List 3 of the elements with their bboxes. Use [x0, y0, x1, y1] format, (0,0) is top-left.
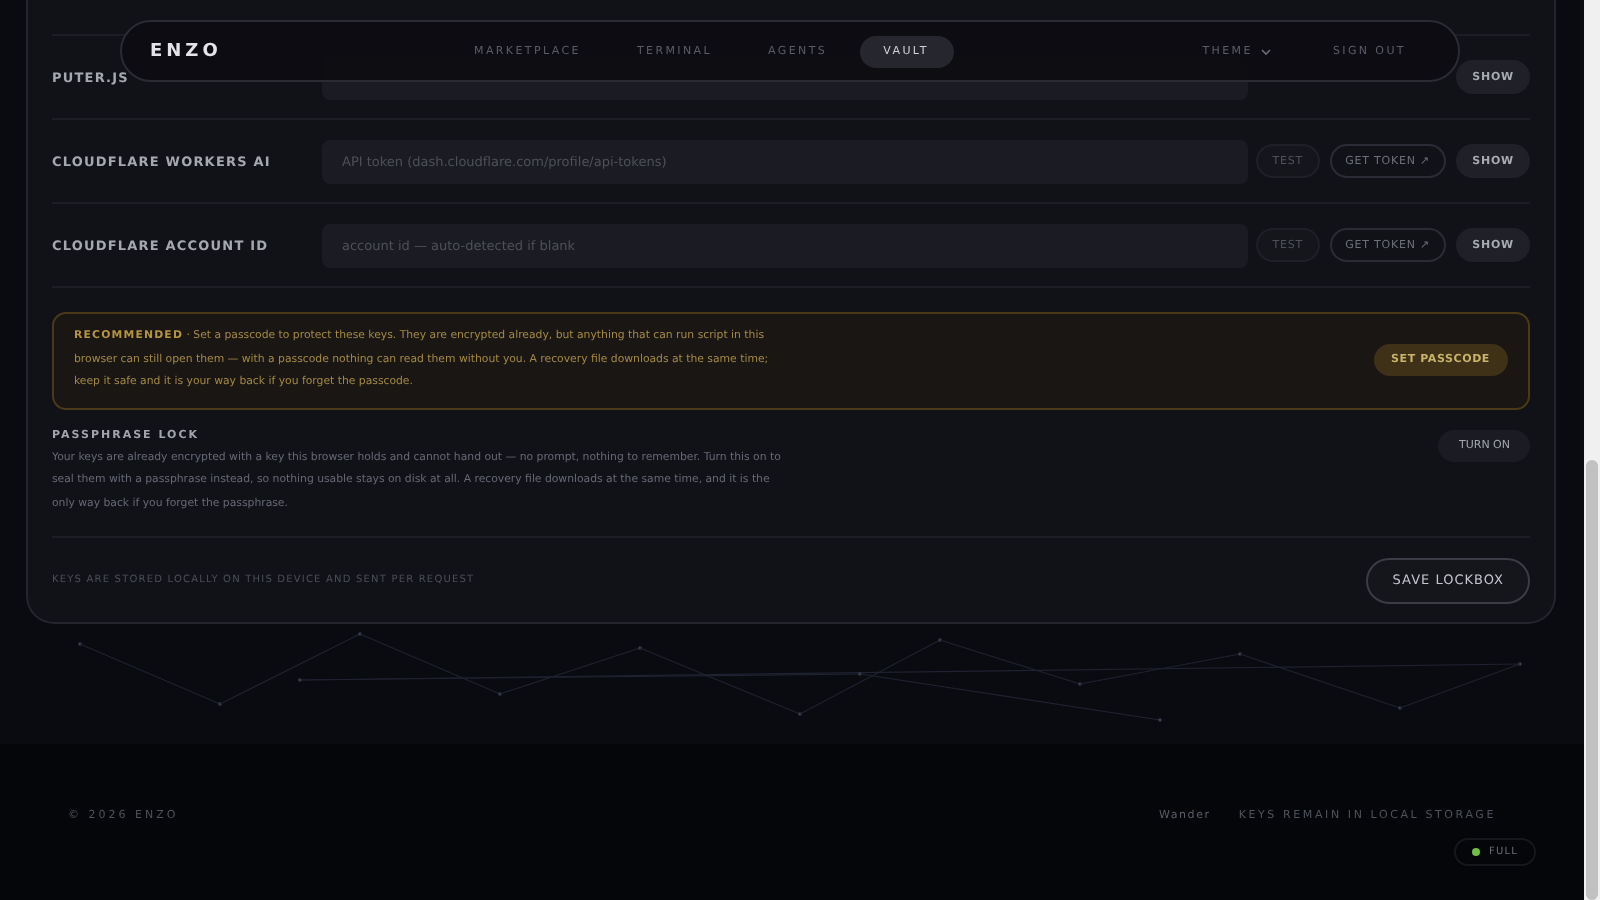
scrollbar[interactable]	[1584, 0, 1600, 900]
caret-icon	[1260, 47, 1273, 55]
logo-text[interactable]: ENZO	[150, 41, 450, 61]
